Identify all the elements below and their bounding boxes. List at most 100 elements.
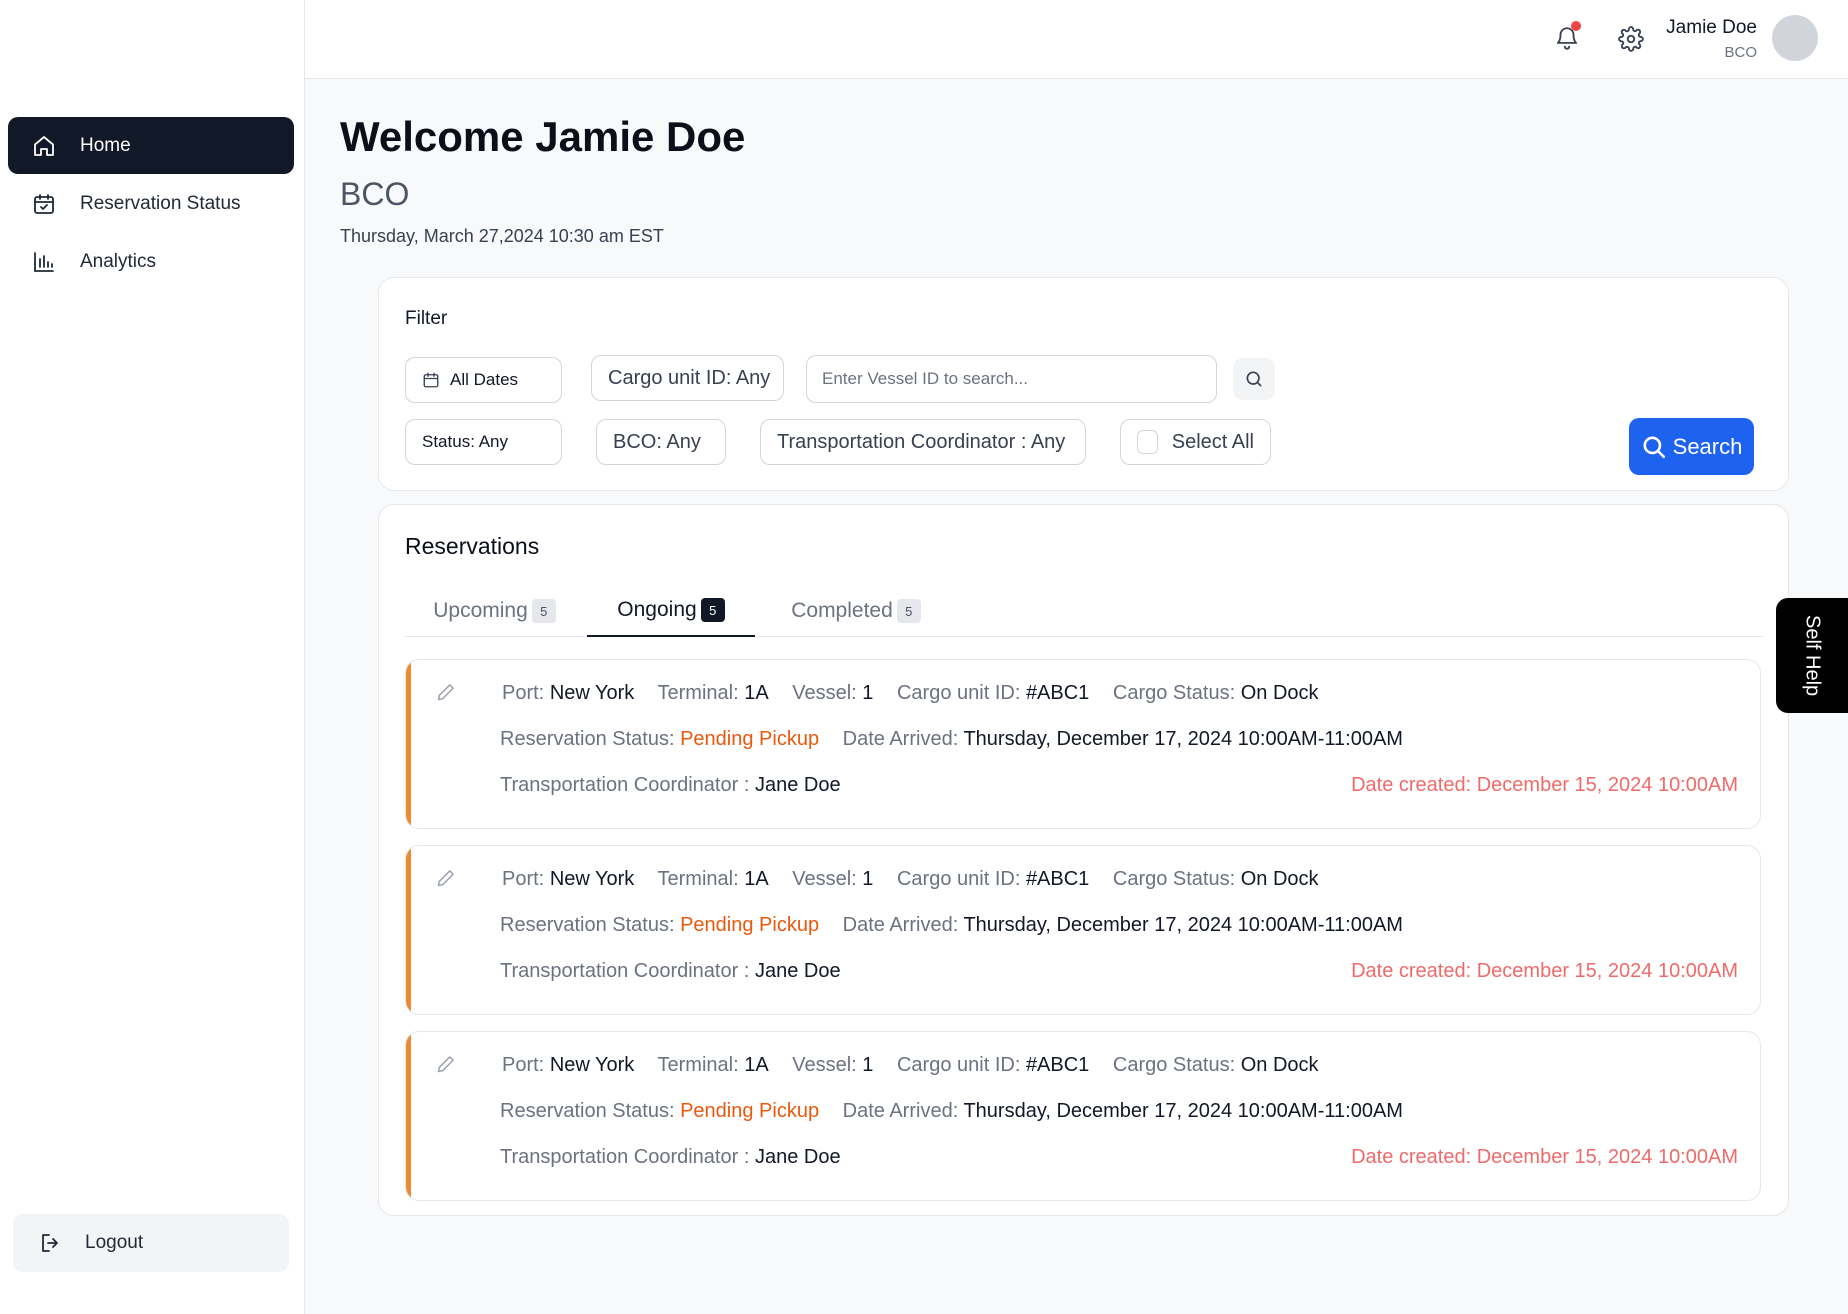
sidebar-item-label: Home (80, 134, 131, 156)
bar-chart-icon (32, 250, 56, 274)
tab-count-badge: 5 (531, 599, 556, 623)
cargo-unit-label: Cargo unit ID: (896, 682, 1021, 704)
vessel-label: Vessel: (792, 868, 857, 890)
cargo-unit-value: #ABC1 (1025, 1054, 1090, 1076)
select-all-label: Select All (1171, 430, 1254, 453)
cargo-status-label: Cargo Status: (1112, 682, 1236, 704)
cargo-unit-label: Cargo unit ID: (896, 868, 1021, 890)
sidebar-item-reservation-status[interactable]: Reservation Status (8, 175, 294, 232)
date-arrived-value: Thursday, December 17, 2024 10:00AM-11:0… (963, 914, 1403, 936)
avatar[interactable] (1772, 15, 1818, 61)
cargo-status-label: Cargo Status: (1112, 868, 1236, 890)
calendar-check-icon (32, 192, 56, 216)
edit-icon[interactable] (436, 682, 456, 702)
tab-ongoing[interactable]: Ongoing 5 (587, 585, 755, 637)
user-role: BCO (1724, 44, 1757, 61)
vessel-search-input[interactable] (806, 355, 1217, 403)
reservation-details-row: Port: New York Terminal: 1A Vessel: 1 Ca… (502, 1054, 1319, 1077)
bco-filter-dropdown[interactable]: BCO: Any (596, 419, 726, 465)
page-title: Welcome Jamie Doe (340, 113, 746, 160)
cargo-unit-filter-dropdown[interactable]: Cargo unit ID: Any (591, 355, 784, 401)
search-button-label: Search (1672, 433, 1743, 459)
reservation-details-row: Port: New York Terminal: 1A Vessel: 1 Ca… (502, 682, 1319, 705)
date-filter-dropdown[interactable]: All Dates (405, 357, 562, 403)
cargo-status-label: Cargo Status: (1112, 1054, 1236, 1076)
port-label: Port: (502, 868, 545, 890)
vessel-value: 1 (862, 1054, 874, 1076)
notification-dot (1571, 21, 1581, 31)
select-all-checkbox[interactable]: Select All (1120, 419, 1271, 465)
reservation-status-row: Reservation Status: Pending Pickup Date … (500, 728, 1403, 751)
search-icon (1643, 435, 1665, 458)
reservation-status-value: Pending Pickup (680, 728, 820, 750)
self-help-tab[interactable]: Self Help (1776, 598, 1848, 713)
reservation-status-label: Reservation Status: (500, 1100, 675, 1122)
reservation-details-row: Port: New York Terminal: 1A Vessel: 1 Ca… (502, 868, 1319, 891)
reservation-status-label: Reservation Status: (500, 914, 675, 936)
coordinator-label: Transportation Coordinator : (500, 960, 750, 982)
reservation-tabs: Upcoming 5 Ongoing 5 Completed 5 (405, 585, 1764, 637)
calendar-icon (422, 371, 440, 389)
tab-completed[interactable]: Completed 5 (761, 585, 951, 637)
sidebar-item-label: Reservation Status (80, 192, 241, 214)
edit-icon[interactable] (436, 868, 456, 888)
date-arrived-label: Date Arrived: (842, 1100, 959, 1122)
date-arrived-value: Thursday, December 17, 2024 10:00AM-11:0… (963, 728, 1403, 750)
cargo-unit-value: #ABC1 (1025, 868, 1090, 890)
sidebar-item-home[interactable]: Home (8, 117, 294, 174)
sidebar: Home Reservation Status Analytics Logout (0, 0, 305, 1314)
status-accent-bar (406, 846, 411, 1014)
tab-count-badge: 5 (896, 599, 921, 623)
reservations-title: Reservations (405, 533, 540, 559)
vessel-label: Vessel: (792, 682, 857, 704)
tab-label: Ongoing (617, 598, 697, 621)
date-arrived-value: Thursday, December 17, 2024 10:00AM-11:0… (963, 1100, 1403, 1122)
vessel-label: Vessel: (792, 1054, 857, 1076)
filter-panel: Filter All Dates Cargo unit ID: Any Stat… (378, 277, 1789, 491)
reservation-card[interactable]: Port: New York Terminal: 1A Vessel: 1 Ca… (405, 1031, 1761, 1201)
settings-button[interactable] (1618, 26, 1644, 52)
logout-label: Logout (85, 1232, 144, 1253)
port-value: New York (549, 868, 635, 890)
port-label: Port: (502, 682, 545, 704)
tab-count-badge: 5 (700, 598, 725, 622)
reservation-status-value: Pending Pickup (680, 914, 820, 936)
terminal-value: 1A (744, 682, 769, 704)
reservation-card[interactable]: Port: New York Terminal: 1A Vessel: 1 Ca… (405, 659, 1761, 829)
reservations-panel: Reservations Upcoming 5 Ongoing 5 Comple… (378, 504, 1789, 1216)
gear-icon (1618, 26, 1644, 52)
coordinator-label: Transportation Coordinator : (500, 1146, 750, 1168)
date-created: Date created: December 15, 2024 10:00AM (1351, 1146, 1738, 1168)
coordinator-value: Jane Doe (754, 1146, 841, 1168)
date-created: Date created: December 15, 2024 10:00AM (1351, 774, 1738, 796)
date-arrived-label: Date Arrived: (842, 728, 959, 750)
bco-filter-label: BCO: Any (613, 430, 701, 453)
role-subtitle: BCO (340, 176, 410, 212)
cargo-unit-value: #ABC1 (1025, 682, 1090, 704)
reservation-card[interactable]: Port: New York Terminal: 1A Vessel: 1 Ca… (405, 845, 1761, 1015)
status-filter-dropdown[interactable]: Status: Any (405, 419, 562, 465)
port-value: New York (549, 682, 635, 704)
tab-label: Completed (791, 599, 893, 622)
date-arrived-label: Date Arrived: (842, 914, 959, 936)
logout-icon (39, 1231, 63, 1255)
edit-icon[interactable] (436, 1054, 456, 1074)
coordinator-value: Jane Doe (754, 774, 841, 796)
coordinator-label: Transportation Coordinator : (500, 774, 750, 796)
coordinator-row: Transportation Coordinator : Jane Doe (500, 1146, 841, 1169)
cargo-unit-label: Cargo unit ID: (896, 1054, 1021, 1076)
terminal-label: Terminal: (657, 682, 739, 704)
vessel-value: 1 (862, 868, 874, 890)
notifications-button[interactable] (1554, 21, 1581, 52)
vessel-search-button[interactable] (1233, 358, 1275, 400)
search-button[interactable]: Search (1629, 418, 1754, 475)
status-filter-label: Status: Any (422, 432, 508, 451)
filter-title: Filter (405, 308, 448, 329)
coordinator-filter-dropdown[interactable]: Transportation Coordinator : Any (760, 419, 1086, 465)
tab-upcoming[interactable]: Upcoming 5 (405, 585, 584, 637)
status-accent-bar (406, 1032, 411, 1200)
logout-button[interactable]: Logout (13, 1214, 289, 1272)
cargo-status-value: On Dock (1240, 868, 1319, 890)
sidebar-item-analytics[interactable]: Analytics (8, 233, 294, 290)
terminal-value: 1A (744, 868, 769, 890)
